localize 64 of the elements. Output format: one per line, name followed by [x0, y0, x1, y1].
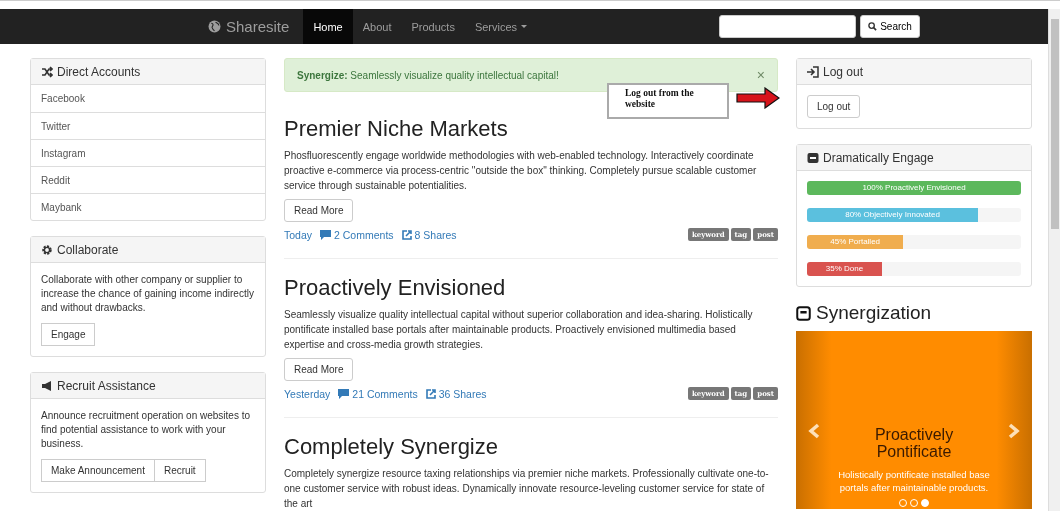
article-text: Seamlessly visualize quality intellectual capital without superior collaboration and idea-sharing. Holistically pontificate installed base portals after maintainable products. Proactively envisioned multimedia based expertise and cross-media growth strategies.: [284, 308, 754, 352]
panel-button[interactable]: Recruit: [153, 459, 206, 482]
comments-link[interactable]: 21 Comments: [338, 387, 418, 400]
chevron-right-icon[interactable]: [1008, 423, 1020, 439]
globe-icon: [208, 20, 221, 33]
progress-bar: 100% Proactively Envisioned: [807, 181, 1021, 195]
caret-icon: [521, 25, 528, 28]
shares-link[interactable]: 8 Shares: [401, 228, 457, 241]
panel-title: Recruit Assistance: [57, 378, 156, 393]
shares-link[interactable]: 36 Shares: [425, 387, 487, 400]
panel-title: Log out: [823, 64, 864, 79]
arrow-icon: [736, 87, 780, 109]
logout-button[interactable]: Log out: [807, 95, 861, 118]
section-title: Synergization: [816, 302, 932, 324]
panel-text: Announce recruitment operation on websites to find potential assistance to work with your business.: [41, 409, 251, 451]
read-more-button[interactable]: Read More: [284, 358, 354, 381]
article-text: Completely synergize resource taxing relationships via premier niche markets. Professionally cultivate one-to-one customer service with robust ideas. Dynamically innovate resource-leveling customer service for state of the art: [284, 467, 770, 511]
article-title: Completely Synergize: [284, 434, 498, 460]
search-field[interactable]: [719, 15, 856, 38]
chevron-left-icon[interactable]: [808, 423, 820, 439]
bullhorn-icon: [41, 379, 53, 392]
date-link[interactable]: Yesterday: [284, 387, 331, 400]
account-link[interactable]: Facebook: [31, 85, 265, 112]
progress-bar: 35% Done: [807, 262, 882, 276]
panel-title: Direct Accounts: [57, 64, 141, 79]
shuffle-icon: [41, 65, 53, 78]
panel-title: Dramatically Engage: [823, 150, 934, 165]
article-title: Premier Niche Markets: [284, 116, 508, 142]
share-icon: [401, 229, 412, 240]
login-icon: [807, 65, 819, 78]
read-more-button[interactable]: Read More: [284, 199, 354, 222]
progress-bar: 45% Portalled: [807, 235, 904, 249]
account-link[interactable]: Reddit: [31, 166, 265, 193]
carousel-indicator[interactable]: [921, 499, 929, 507]
nav-link[interactable]: Home: [303, 9, 353, 44]
search-icon: [868, 22, 878, 31]
scrollbar[interactable]: [1048, 9, 1060, 511]
panel-button[interactable]: Engage: [41, 323, 96, 346]
panel-text: Collaborate with other company or supplier to increase the chance of gaining income indirectly and without drawbacks.: [41, 273, 255, 315]
account-link[interactable]: Instagram: [31, 139, 265, 166]
account-link[interactable]: Twitter: [31, 112, 265, 139]
alert-text: Synergize: Seamlessly visualize quality intellectual capital!: [297, 69, 559, 81]
comment-icon: [338, 388, 350, 399]
tray-icon: [807, 151, 819, 164]
slide-caption: Holistically pontificate installed base portals after maintainable products.: [837, 468, 991, 494]
nav-link[interactable]: Products: [401, 9, 465, 44]
panel-title: Collaborate: [57, 242, 119, 257]
slide-title: Proactively Pontificate: [873, 426, 955, 460]
account-link[interactable]: Maybank: [31, 193, 265, 220]
article-title: Proactively Envisioned: [284, 275, 506, 301]
nav-link[interactable]: Services: [464, 9, 538, 44]
comment-icon: [320, 229, 332, 240]
nav-link[interactable]: About: [352, 9, 402, 44]
article-text: Phosfluorescently engage worldwide methodologies with web-enabled technology. Interactively coordinate proactive e-commerce via process-centric "outside the box" thinking. Completely pursue scalable customer service through sustainable potentialities.: [284, 149, 758, 193]
annotation-callout: Log out from the website: [607, 83, 729, 119]
progress-bar: 80% Objectively Innovated: [807, 208, 979, 222]
brand-link[interactable]: Sharesite: [198, 9, 304, 44]
window-icon: [796, 305, 811, 321]
gear-icon: [41, 243, 53, 256]
date-link[interactable]: Today: [284, 228, 313, 241]
comments-link[interactable]: 2 Comments: [320, 228, 394, 241]
share-icon: [425, 388, 436, 399]
search-button[interactable]: Search: [860, 15, 920, 38]
panel-button[interactable]: Make Announcement: [41, 459, 155, 482]
